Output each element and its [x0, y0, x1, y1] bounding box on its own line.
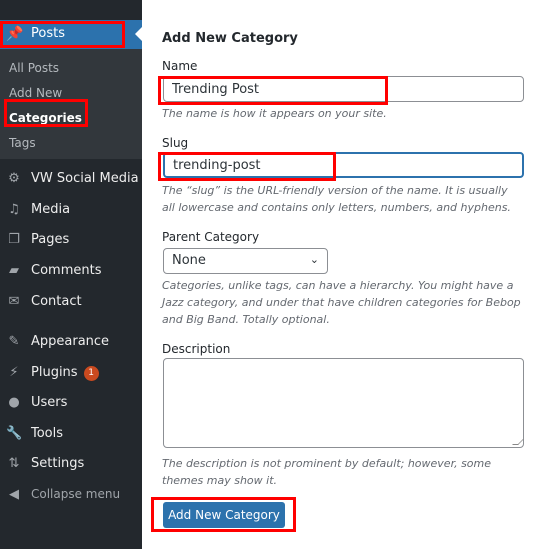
admin-sidebar: 📌 Posts All Posts Add New Categories Tag…	[0, 0, 142, 549]
sidebar-item-media[interactable]: ♫ Media	[0, 198, 142, 222]
sidebar-item-appearance[interactable]: ✎ Appearance	[0, 330, 142, 354]
description-textarea[interactable]	[163, 358, 524, 448]
sidebar-item-label: Tools	[31, 426, 64, 441]
wrench-icon: 🔧	[6, 426, 23, 441]
parent-category-select[interactable]: None ⌄	[163, 248, 328, 274]
plugins-label: Plugins	[31, 365, 78, 380]
sidebar-item-label: VW Social Media	[31, 171, 139, 186]
name-help: The name is how it appears on your site.	[162, 107, 387, 120]
slug-help: The “slug” is the URL-friendly version o…	[162, 184, 511, 214]
sidebar-item-label: Plugins 1	[31, 365, 99, 381]
settings-icon: ⇅	[8, 456, 20, 471]
sidebar-item-label: Media	[31, 202, 71, 217]
parent-category-value: None	[172, 253, 206, 268]
name-input[interactable]	[163, 76, 524, 102]
collapse-icon: ◀	[9, 487, 19, 502]
sidebar-item-plugins[interactable]: ⚡ Plugins 1	[0, 361, 142, 385]
sidebar-item-label: Posts	[31, 26, 65, 41]
sidebar-item-comments[interactable]: ▰ Comments	[0, 259, 142, 283]
resize-handle[interactable]	[512, 439, 524, 445]
sidebar-item-label: Users	[31, 395, 68, 410]
sidebar-item-pages[interactable]: ❐ Pages	[0, 228, 142, 252]
submenu-tags[interactable]: Tags	[9, 136, 36, 150]
sidebar-item-settings[interactable]: ⇅ Settings	[0, 452, 142, 476]
sidebar-item-tools[interactable]: 🔧 Tools	[0, 422, 142, 446]
submenu-categories[interactable]: Categories	[9, 111, 82, 125]
chevron-down-icon: ⌄	[309, 253, 319, 266]
slug-input[interactable]	[163, 152, 524, 178]
sidebar-item-label: Collapse menu	[31, 487, 121, 501]
mail-icon: ✉	[8, 294, 20, 309]
posts-submenu: All Posts Add New Categories Tags	[0, 49, 142, 159]
plugin-icon: ⚡	[9, 365, 19, 380]
description-label: Description	[162, 342, 231, 356]
sidebar-item-users[interactable]: ● Users	[0, 391, 142, 415]
pushpin-icon: 📌	[6, 26, 24, 42]
form-title: Add New Category	[162, 31, 298, 46]
sidebar-item-vw-social-media[interactable]: ⚙ VW Social Media	[0, 167, 142, 191]
collapse-menu-button[interactable]: ◀ Collapse menu	[0, 483, 142, 507]
current-menu-arrow	[135, 27, 142, 41]
submenu-all-posts[interactable]: All Posts	[9, 61, 59, 75]
paintbrush-icon: ✎	[8, 334, 20, 349]
slug-label: Slug	[162, 136, 189, 150]
sidebar-item-label: Appearance	[31, 334, 110, 349]
comment-icon: ▰	[9, 263, 19, 278]
pages-icon: ❐	[8, 232, 20, 247]
sidebar-item-label: Contact	[31, 294, 82, 309]
sidebar-item-label: Comments	[31, 263, 102, 278]
gear-icon: ⚙	[8, 171, 20, 186]
sidebar-item-posts[interactable]: 📌 Posts	[0, 20, 142, 49]
parent-category-help: Categories, unlike tags, can have a hier…	[162, 279, 521, 326]
update-count-badge: 1	[83, 366, 99, 381]
user-icon: ●	[8, 395, 20, 410]
description-help: The description is not prominent by defa…	[162, 457, 492, 487]
sidebar-item-label: Settings	[31, 456, 85, 471]
submenu-add-new[interactable]: Add New	[9, 86, 62, 100]
name-label: Name	[162, 59, 198, 73]
sidebar-item-label: Pages	[31, 232, 70, 247]
add-category-form: Add New Category Name The name is how it…	[142, 0, 537, 549]
parent-category-label: Parent Category	[162, 230, 260, 244]
media-icon: ♫	[8, 202, 20, 217]
sidebar-item-contact[interactable]: ✉ Contact	[0, 290, 142, 314]
add-new-category-button[interactable]: Add New Category	[163, 502, 285, 528]
